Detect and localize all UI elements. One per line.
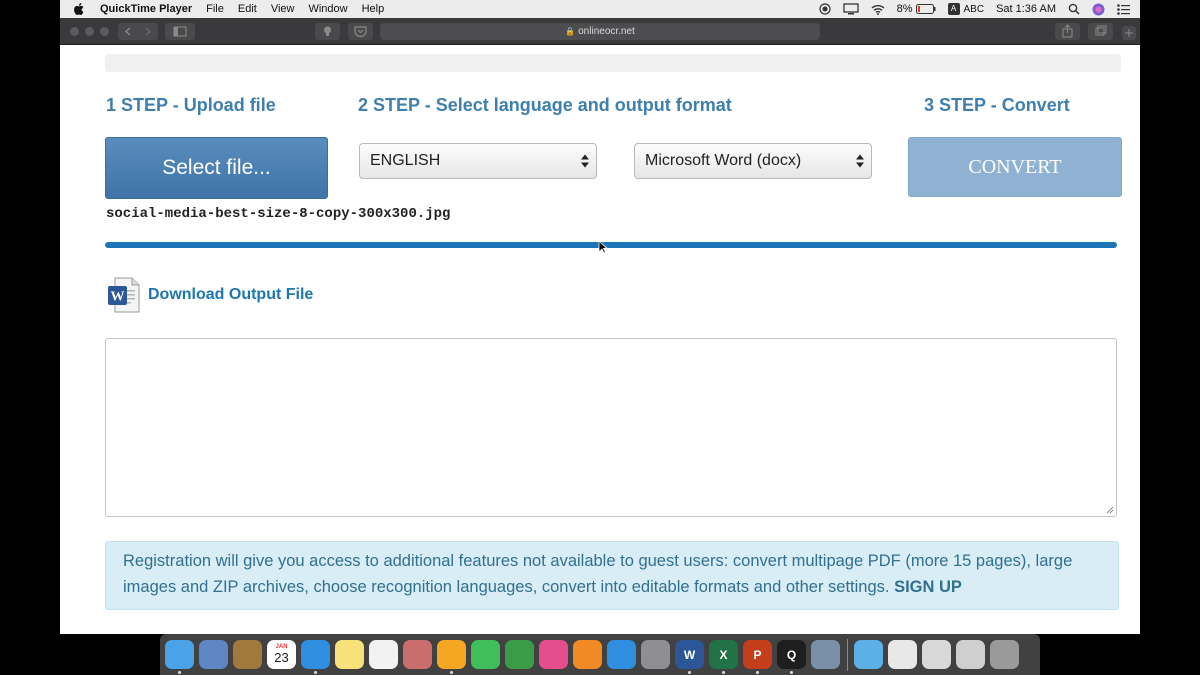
dock-safari-icon[interactable] [301,640,330,674]
top-banner-strip [105,54,1121,72]
minimize-window-button[interactable] [85,27,94,36]
dock-quicktime-icon[interactable]: Q [777,640,806,674]
select-file-button[interactable]: Select file... [105,137,328,199]
dock-separator [847,638,848,671]
dock-document-stack-icon[interactable] [888,640,917,669]
battery-icon [915,4,935,14]
address-bar[interactable]: 🔒 onlineocr.net [380,23,820,40]
dock-downloads-folder-icon[interactable] [854,640,883,669]
uploaded-filename: social-media-best-size-8-copy-300x300.jp… [106,206,451,222]
dock-ibooks-icon[interactable] [573,640,602,669]
running-indicator [178,671,181,674]
address-bar-url: onlineocr.net [578,26,635,37]
menu-view[interactable]: View [271,3,295,15]
menu-edit[interactable]: Edit [238,3,257,15]
notification-center-icon[interactable] [1117,3,1130,15]
dock-word-icon[interactable]: W [675,640,704,674]
dock-finder-icon[interactable] [165,640,194,674]
language-select-value: ENGLISH [370,152,441,169]
siri-icon[interactable] [1092,3,1105,16]
screen: QuickTime Player File Edit View Window H… [0,0,1200,675]
dock-photos-icon[interactable] [437,640,466,674]
dock-photo-booth-icon[interactable] [403,640,432,669]
registration-notice: Registration will give you access to add… [105,541,1119,610]
dock-trash-icon[interactable] [990,640,1019,669]
menu-bar: QuickTime Player File Edit View Window H… [60,0,1140,18]
tabs-overview-button[interactable] [1088,23,1113,40]
dock-preview-icon[interactable] [199,640,228,669]
spotlight-icon[interactable] [1068,3,1080,15]
convert-button[interactable]: CONVERT [908,137,1122,197]
battery-status[interactable]: 8% [897,3,936,15]
extension-button[interactable] [315,23,340,40]
running-indicator [314,671,317,674]
dock-screenshot-stack-icon[interactable] [956,640,985,669]
clock[interactable]: Sat 1:36 AM [996,3,1056,15]
sidebar-toggle-button[interactable] [165,23,195,40]
menu-help[interactable]: Help [362,3,385,15]
app-menu-quicktime[interactable]: QuickTime Player [100,3,192,15]
dock-itunes-icon[interactable] [539,640,568,669]
apple-menu-icon[interactable] [72,3,86,15]
new-tab-button[interactable] [1122,26,1136,40]
lock-icon: 🔒 [565,27,576,36]
web-page: 1 STEP - Upload file 2 STEP - Select lan… [60,45,1140,634]
running-indicator [756,671,759,674]
select-arrows-icon [581,154,589,168]
zoom-window-button[interactable] [100,27,109,36]
running-indicator [790,671,793,674]
mouse-cursor-icon [598,240,608,254]
upload-progress-bar [105,242,1117,248]
battery-percent: 8% [896,3,913,15]
dock-app-store-icon[interactable] [607,640,636,669]
back-forward-buttons[interactable] [118,23,158,40]
dock-document-stack-2-icon[interactable] [922,640,951,669]
step3-heading: 3 STEP - Convert [924,95,1070,115]
input-source[interactable]: A ABC [947,3,985,15]
language-select[interactable]: ENGLISH [359,143,597,179]
screen-record-icon[interactable] [818,3,831,15]
running-indicator [450,671,453,674]
dock-powerpoint-icon[interactable]: P [743,640,772,674]
browser-toolbar: 🔒 onlineocr.net [60,18,1140,45]
dock-reminders-icon[interactable] [369,640,398,669]
close-window-button[interactable] [70,27,79,36]
step2-heading: 2 STEP - Select language and output form… [358,95,732,115]
ocr-result-textarea[interactable] [105,338,1117,517]
resize-grip-icon[interactable] [1106,506,1114,514]
running-indicator [722,671,725,674]
menu-file[interactable]: File [206,3,224,15]
word-document-icon[interactable]: W [107,276,141,314]
dock-numbers-icon[interactable] [505,640,534,669]
pocket-button[interactable] [348,23,373,40]
dock-excel-icon[interactable]: X [709,640,738,674]
format-select[interactable]: Microsoft Word (docx) [634,143,872,179]
status-area: 8% A ABC Sat 1:36 AM [807,3,1130,16]
dock-calendar-icon[interactable]: JAN 23 [267,640,296,669]
dock-notes-icon[interactable] [335,640,364,669]
input-source-label: ABC [963,3,985,15]
word-icon-letter: W [111,290,125,305]
download-output-link[interactable]: Download Output File [148,286,313,304]
select-arrows-icon [856,154,864,168]
step1-heading: 1 STEP - Upload file [106,95,276,115]
dock-calendar-day: 23 [274,650,289,665]
format-select-value: Microsoft Word (docx) [645,152,802,169]
menu-window[interactable]: Window [308,3,347,15]
input-source-badge: A [947,3,960,15]
sign-up-link[interactable]: SIGN UP [894,578,962,596]
dock-image-capture-icon[interactable] [811,640,840,669]
dock-facetime-icon[interactable] [471,640,500,669]
display-icon[interactable] [842,3,859,15]
share-button[interactable] [1055,23,1080,40]
dock-contacts-icon[interactable] [233,640,262,669]
running-indicator [688,671,691,674]
dock-system-preferences-icon[interactable] [641,640,670,669]
dock: JAN 23 W X P Q [160,634,1040,675]
wifi-icon[interactable] [871,4,885,15]
upload-progress-fill [105,242,1117,248]
